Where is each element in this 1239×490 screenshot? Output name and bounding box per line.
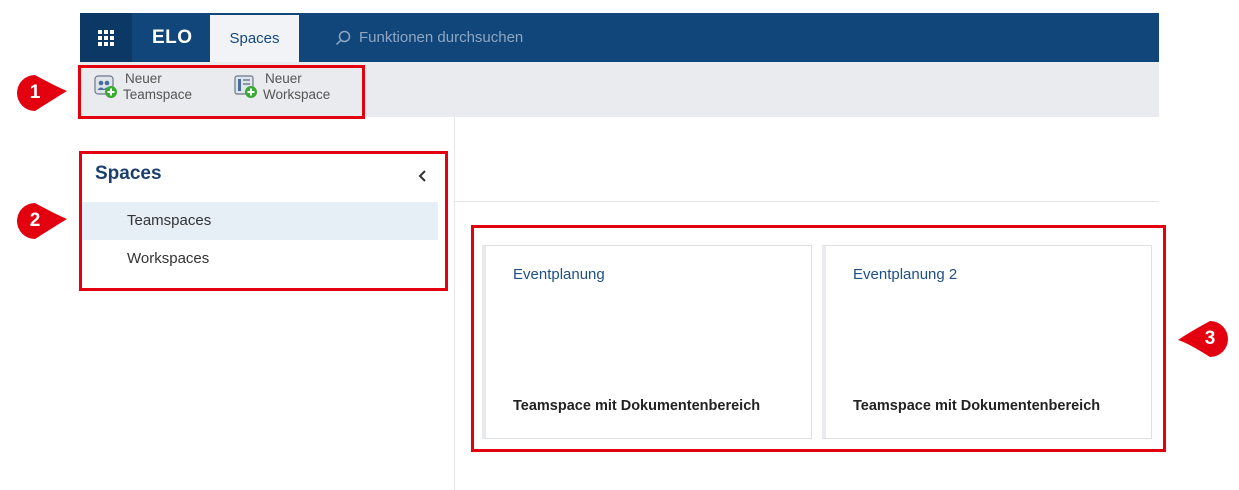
callout-number: 2 xyxy=(29,210,41,231)
top-bar: ELO Spaces Funktionen durchsuchen xyxy=(80,13,1159,62)
highlight-frame-navigation xyxy=(79,151,448,291)
grid-icon xyxy=(98,29,114,46)
callout-badge-3: 3 xyxy=(1178,321,1228,357)
content-divider xyxy=(455,201,1159,202)
search-placeholder: Funktionen durchsuchen xyxy=(359,29,524,46)
app-logo: ELO xyxy=(152,27,193,48)
callout-badge-1: 1 xyxy=(17,75,67,111)
search-input[interactable]: Funktionen durchsuchen xyxy=(335,13,523,62)
highlight-frame-cards xyxy=(471,225,1166,452)
callout-number: 1 xyxy=(29,82,41,103)
search-icon xyxy=(335,30,351,45)
tab-spaces[interactable]: Spaces xyxy=(210,15,299,62)
highlight-frame-ribbon xyxy=(78,65,365,119)
callout-badge-2: 2 xyxy=(17,203,67,239)
app-launcher-button[interactable] xyxy=(80,13,132,62)
callout-number: 3 xyxy=(1204,328,1216,349)
